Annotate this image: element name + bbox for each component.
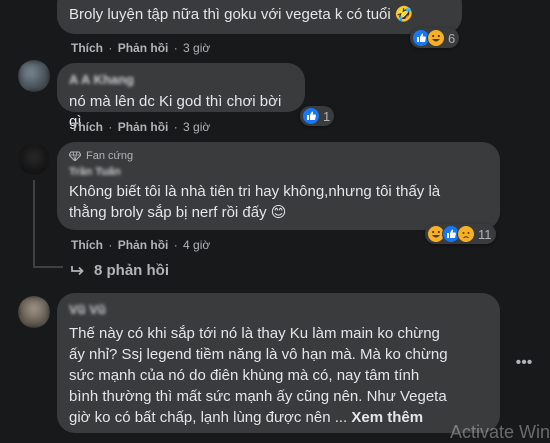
like-link-3[interactable]: Thích [71, 238, 103, 252]
comment-bubble-2: A A Khang nó mà lên dc Ki god thì chơi b… [57, 63, 305, 130]
comment-bubble-3: Fan cứng Trần Tuấn Không biết tôi là nhà… [57, 142, 500, 230]
avatar[interactable] [18, 60, 50, 92]
reply-arrow-icon [71, 265, 84, 275]
reply-link-3[interactable]: Phản hồi [118, 238, 169, 252]
comment-text-3: Không biết tôi là nhà tiên tri hay không… [69, 183, 441, 221]
like-reaction-icon [302, 107, 320, 125]
comment-actions-3: Thích · Phản hồi · 4 giờ [71, 238, 211, 252]
comment-text-4: Thế này có khi sắp tới nó là thay Ku làm… [69, 323, 488, 428]
windows-activation-watermark: Activate Win [449, 422, 550, 442]
fan-badge-label: Fan cứng [86, 150, 134, 162]
diamond-icon [69, 151, 81, 161]
thread-line [33, 180, 35, 268]
reply-link-2[interactable]: Phản hồi [118, 120, 169, 134]
comment-time-1[interactable]: 3 giờ [183, 41, 210, 55]
like-link-2[interactable]: Thích [71, 120, 103, 134]
comment-author-4[interactable]: Vũ Vũ [69, 302, 106, 317]
reaction-count-3: 11 [478, 226, 492, 242]
see-more-link[interactable]: Xem thêm [351, 409, 423, 426]
reaction-summary-1[interactable]: 6 [410, 28, 460, 48]
reaction-summary-2[interactable]: 1 [300, 106, 335, 126]
more-options-button[interactable]: ••• [512, 352, 536, 376]
comment-actions-2: Thích · Phản hồi · 3 giờ [71, 120, 211, 134]
view-replies-link[interactable]: 8 phản hồi [71, 262, 169, 279]
view-replies-label[interactable]: 8 phản hồi [94, 262, 169, 279]
comment-time-3[interactable]: 4 giờ [183, 238, 210, 252]
comment-author-3[interactable]: Trần Tuấn [69, 166, 121, 178]
reply-link-1[interactable]: Phản hồi [118, 41, 169, 55]
comment-time-2[interactable]: 3 giờ [183, 120, 210, 134]
reaction-summary-3[interactable]: 11 [425, 224, 496, 244]
comment-author-2[interactable]: A A Khang [69, 72, 134, 87]
comment-bubble-1: Broly luyện tập nữa thì goku với vegeta … [57, 0, 462, 34]
haha-reaction-icon [427, 29, 445, 47]
reaction-count-1: 6 [448, 30, 456, 46]
sad-reaction-icon [457, 225, 475, 243]
comment-bubble-4: Vũ Vũ Thế này có khi sắp tới nó là thay … [57, 293, 500, 433]
avatar[interactable] [18, 296, 50, 328]
reaction-count-2: 1 [323, 108, 331, 124]
like-link-1[interactable]: Thích [71, 41, 103, 55]
avatar[interactable] [18, 143, 50, 175]
thread-line-curve [33, 266, 63, 268]
fan-badge: Fan cứng [69, 150, 488, 162]
comment-actions-1: Thích · Phản hồi · 3 giờ [71, 41, 211, 55]
comment-text-1: Broly luyện tập nữa thì goku với vegeta … [69, 6, 414, 23]
more-icon: ••• [515, 354, 533, 371]
